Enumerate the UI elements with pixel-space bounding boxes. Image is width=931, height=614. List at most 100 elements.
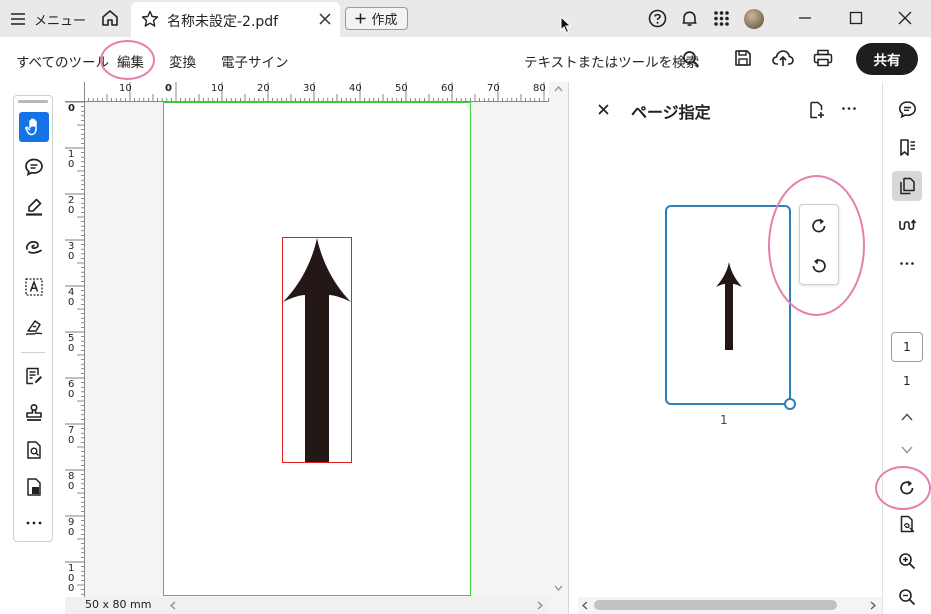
apps-button[interactable]	[713, 10, 730, 27]
rail-comments-button[interactable]	[892, 94, 922, 124]
document-tab[interactable]: 名称未設定-2.pdf	[131, 2, 340, 37]
ruler-label: 30	[68, 241, 75, 262]
menu-convert[interactable]: 変換	[169, 51, 196, 71]
comment-icon	[25, 158, 43, 177]
stamp-tool[interactable]	[19, 398, 49, 428]
form-tool[interactable]	[19, 361, 49, 391]
rail-more-button[interactable]	[892, 248, 922, 278]
status-bar: 50 x 80 mm	[65, 597, 548, 614]
panel-grip[interactable]	[18, 100, 48, 103]
print-icon[interactable]	[813, 49, 833, 67]
ruler-label: 50	[395, 83, 408, 94]
document-edit-icon	[27, 478, 41, 496]
page-search-tool[interactable]	[19, 435, 49, 465]
search-icon[interactable]	[682, 50, 700, 68]
bookmark-list-icon	[899, 138, 915, 156]
scroll-down-icon[interactable]	[554, 585, 563, 591]
ruler-label: 10	[119, 83, 132, 94]
ruler-label: 10	[211, 83, 224, 94]
ruler-label: 20	[257, 83, 270, 94]
zoom-out-button[interactable]	[892, 582, 922, 612]
more-options-icon[interactable]	[841, 106, 857, 111]
vertical-ruler: 0 10 20 30 40 50 60 70 80 90 100	[65, 102, 85, 598]
add-page-icon[interactable]	[808, 101, 826, 119]
ruler-label: 70	[487, 83, 500, 94]
arrow-up-graphic[interactable]	[283, 238, 351, 462]
menu-edit[interactable]: 編集	[117, 51, 144, 71]
rail-extract-page-button[interactable]	[892, 509, 922, 539]
page-size-label: 50 x 80 mm	[85, 598, 152, 611]
ruler-label: 90	[68, 517, 75, 538]
rotate-clockwise-icon[interactable]	[810, 217, 828, 235]
tools-panel	[13, 95, 53, 542]
rail-links-button[interactable]	[892, 210, 922, 240]
selected-object-frame[interactable]	[282, 237, 352, 463]
previous-page-button[interactable]	[892, 402, 922, 432]
new-button-label: 作成	[371, 13, 398, 28]
ruler-label-origin: 0	[68, 103, 75, 114]
comment-tool[interactable]	[19, 152, 49, 182]
scroll-right-icon[interactable]	[537, 601, 543, 610]
pages-icon	[900, 177, 915, 195]
rotate-counterclockwise-icon[interactable]	[810, 257, 828, 275]
save-icon[interactable]	[734, 49, 752, 67]
home-button[interactable]	[100, 8, 120, 28]
search-tools-label[interactable]: テキストまたはツールを検索	[524, 51, 699, 71]
title-bar: メニュー 名称未設定-2.pdf 作成	[0, 0, 931, 37]
hand-tool[interactable]	[19, 112, 49, 142]
scroll-right-icon[interactable]	[870, 601, 876, 610]
scroll-up-icon[interactable]	[554, 86, 563, 92]
cloud-upload-icon[interactable]	[772, 49, 794, 67]
thumbnail-resize-handle[interactable]	[784, 398, 796, 410]
close-icon[interactable]	[319, 13, 331, 25]
menu-all-tools[interactable]: すべてのツール	[16, 51, 109, 71]
close-window-button[interactable]	[897, 10, 913, 26]
freehand-draw-icon	[26, 240, 42, 254]
hamburger-icon	[11, 13, 25, 25]
highlighter-icon	[26, 198, 42, 216]
page-thumbnail[interactable]	[665, 205, 791, 405]
ruler-label: 60	[68, 379, 75, 400]
text-box-tool[interactable]	[19, 272, 49, 302]
avatar[interactable]	[744, 9, 764, 29]
panel-horizontal-scrollbar[interactable]	[578, 597, 882, 614]
minimize-button[interactable]	[797, 10, 813, 26]
scroll-thumb[interactable]	[594, 600, 837, 610]
zoom-in-button[interactable]	[892, 546, 922, 576]
mouse-cursor-icon	[560, 16, 572, 34]
new-button[interactable]: 作成	[345, 7, 408, 30]
ruler-ticks-top	[84, 82, 549, 101]
horizontal-ruler: 10 0 10 20 30 40 50 60 70 80	[84, 82, 549, 102]
close-icon[interactable]	[598, 104, 609, 115]
star-icon[interactable]	[141, 10, 159, 28]
menu-e-sign[interactable]: 電子サイン	[221, 51, 289, 71]
rail-bookmarks-button[interactable]	[892, 132, 922, 162]
menu-button[interactable]: メニュー	[10, 8, 86, 30]
ruler-label: 30	[303, 83, 316, 94]
stamp-icon	[26, 403, 42, 421]
draw-tool[interactable]	[19, 232, 49, 262]
sign-tool[interactable]	[19, 312, 49, 342]
next-page-button[interactable]	[892, 435, 922, 465]
scroll-left-icon[interactable]	[582, 601, 588, 610]
plus-icon	[355, 13, 366, 24]
more-tools-button[interactable]	[19, 508, 49, 538]
share-button[interactable]: 共有	[856, 43, 918, 75]
scroll-left-icon[interactable]	[170, 601, 176, 610]
highlight-tool[interactable]	[19, 192, 49, 222]
help-icon	[648, 9, 667, 28]
rail-pages-button[interactable]	[892, 171, 922, 201]
help-button[interactable]	[648, 9, 667, 28]
vertical-scrollbar[interactable]	[549, 82, 568, 597]
ruler-label: 10	[68, 149, 75, 170]
pdf-page[interactable]	[163, 102, 471, 596]
close-window-icon	[898, 11, 912, 25]
page-edit-tool[interactable]	[19, 472, 49, 502]
ruler-label: 100	[68, 563, 75, 594]
hand-icon	[25, 118, 37, 136]
maximize-button[interactable]	[848, 10, 864, 26]
current-page-input[interactable]: 1	[891, 332, 923, 362]
rail-rotate-button[interactable]	[892, 473, 922, 503]
notifications-button[interactable]	[680, 9, 699, 28]
bell-icon	[682, 11, 697, 26]
